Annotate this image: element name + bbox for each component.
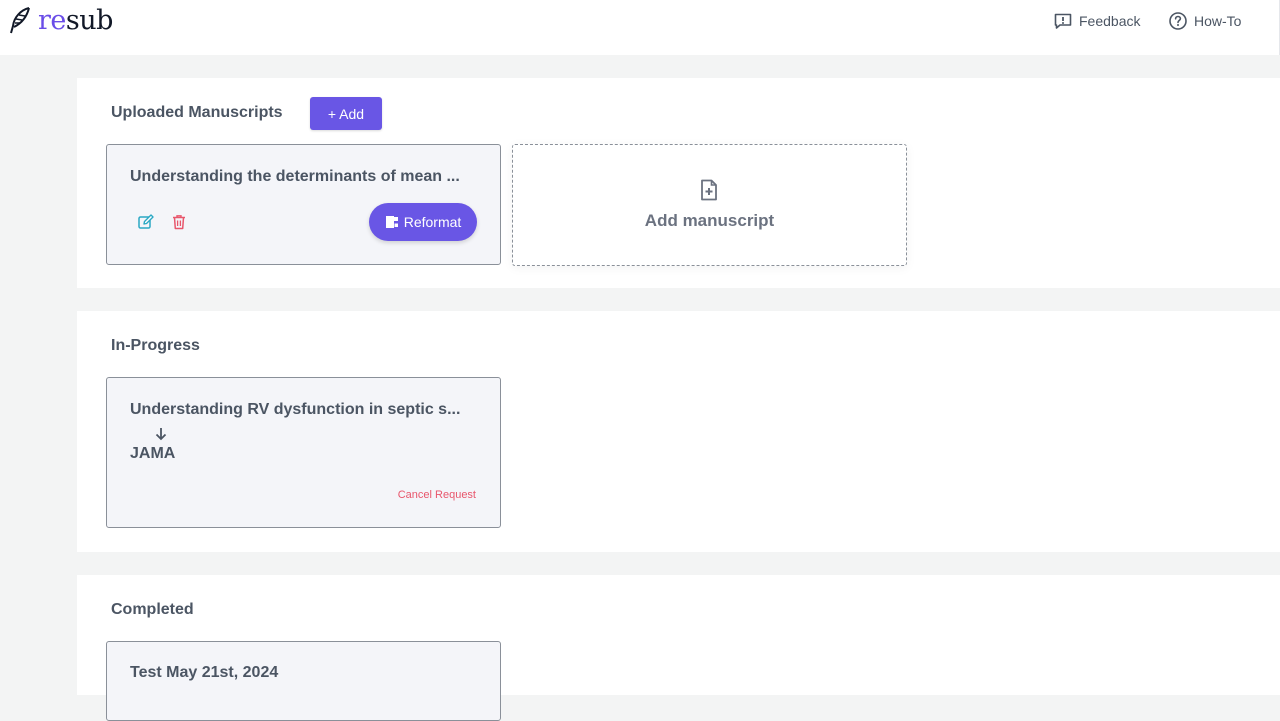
add-manuscript-label: Add manuscript [644, 211, 775, 230]
app-logo[interactable]: resub [7, 6, 113, 36]
manuscript-title: Test May 21st, 2024 [130, 664, 279, 681]
howto-link[interactable]: How-To [1168, 11, 1241, 31]
completed-card[interactable]: Test May 21st, 2024 [106, 641, 501, 721]
reformat-label: Reformat [403, 214, 462, 230]
cancel-request-link[interactable]: Cancel Request [398, 489, 476, 501]
add-manuscript-card[interactable]: Add manuscript [512, 144, 907, 266]
manuscript-card[interactable]: Understanding the determinants of mean .… [106, 144, 501, 265]
feedback-icon [1054, 13, 1072, 29]
section-title-in-progress: In-Progress [111, 337, 200, 354]
top-bar: resub Feedback How-To [0, 0, 1280, 55]
in-progress-card[interactable]: Understanding RV dysfunction in septic s… [106, 377, 501, 528]
reformat-icon [385, 216, 398, 228]
in-progress-section: In-Progress Understanding RV dysfunction… [77, 311, 1280, 552]
uploaded-manuscripts-section: Uploaded Manuscripts + Add Understanding… [77, 78, 1280, 288]
feedback-label: Feedback [1079, 13, 1141, 29]
manuscript-title: Understanding RV dysfunction in septic s… [130, 401, 461, 418]
add-manuscript-button[interactable]: + Add [310, 97, 382, 130]
help-circle-icon [1169, 12, 1187, 30]
howto-label: How-To [1194, 13, 1242, 29]
trash-icon[interactable] [170, 213, 188, 231]
target-journal: JAMA [130, 445, 176, 462]
completed-section: Completed Test May 21st, 2024 [77, 575, 1280, 721]
feather-icon [10, 7, 30, 34]
reformat-button[interactable]: Reformat [369, 203, 477, 241]
arrow-down-icon [155, 428, 167, 441]
file-plus-icon [701, 179, 717, 201]
section-title-uploaded: Uploaded Manuscripts [111, 104, 283, 121]
section-title-completed: Completed [111, 601, 194, 618]
edit-icon[interactable] [137, 213, 155, 231]
feedback-link[interactable]: Feedback [1053, 11, 1140, 31]
logo-wordmark: resub [38, 5, 113, 36]
manuscript-title: Understanding the determinants of mean .… [130, 168, 460, 185]
